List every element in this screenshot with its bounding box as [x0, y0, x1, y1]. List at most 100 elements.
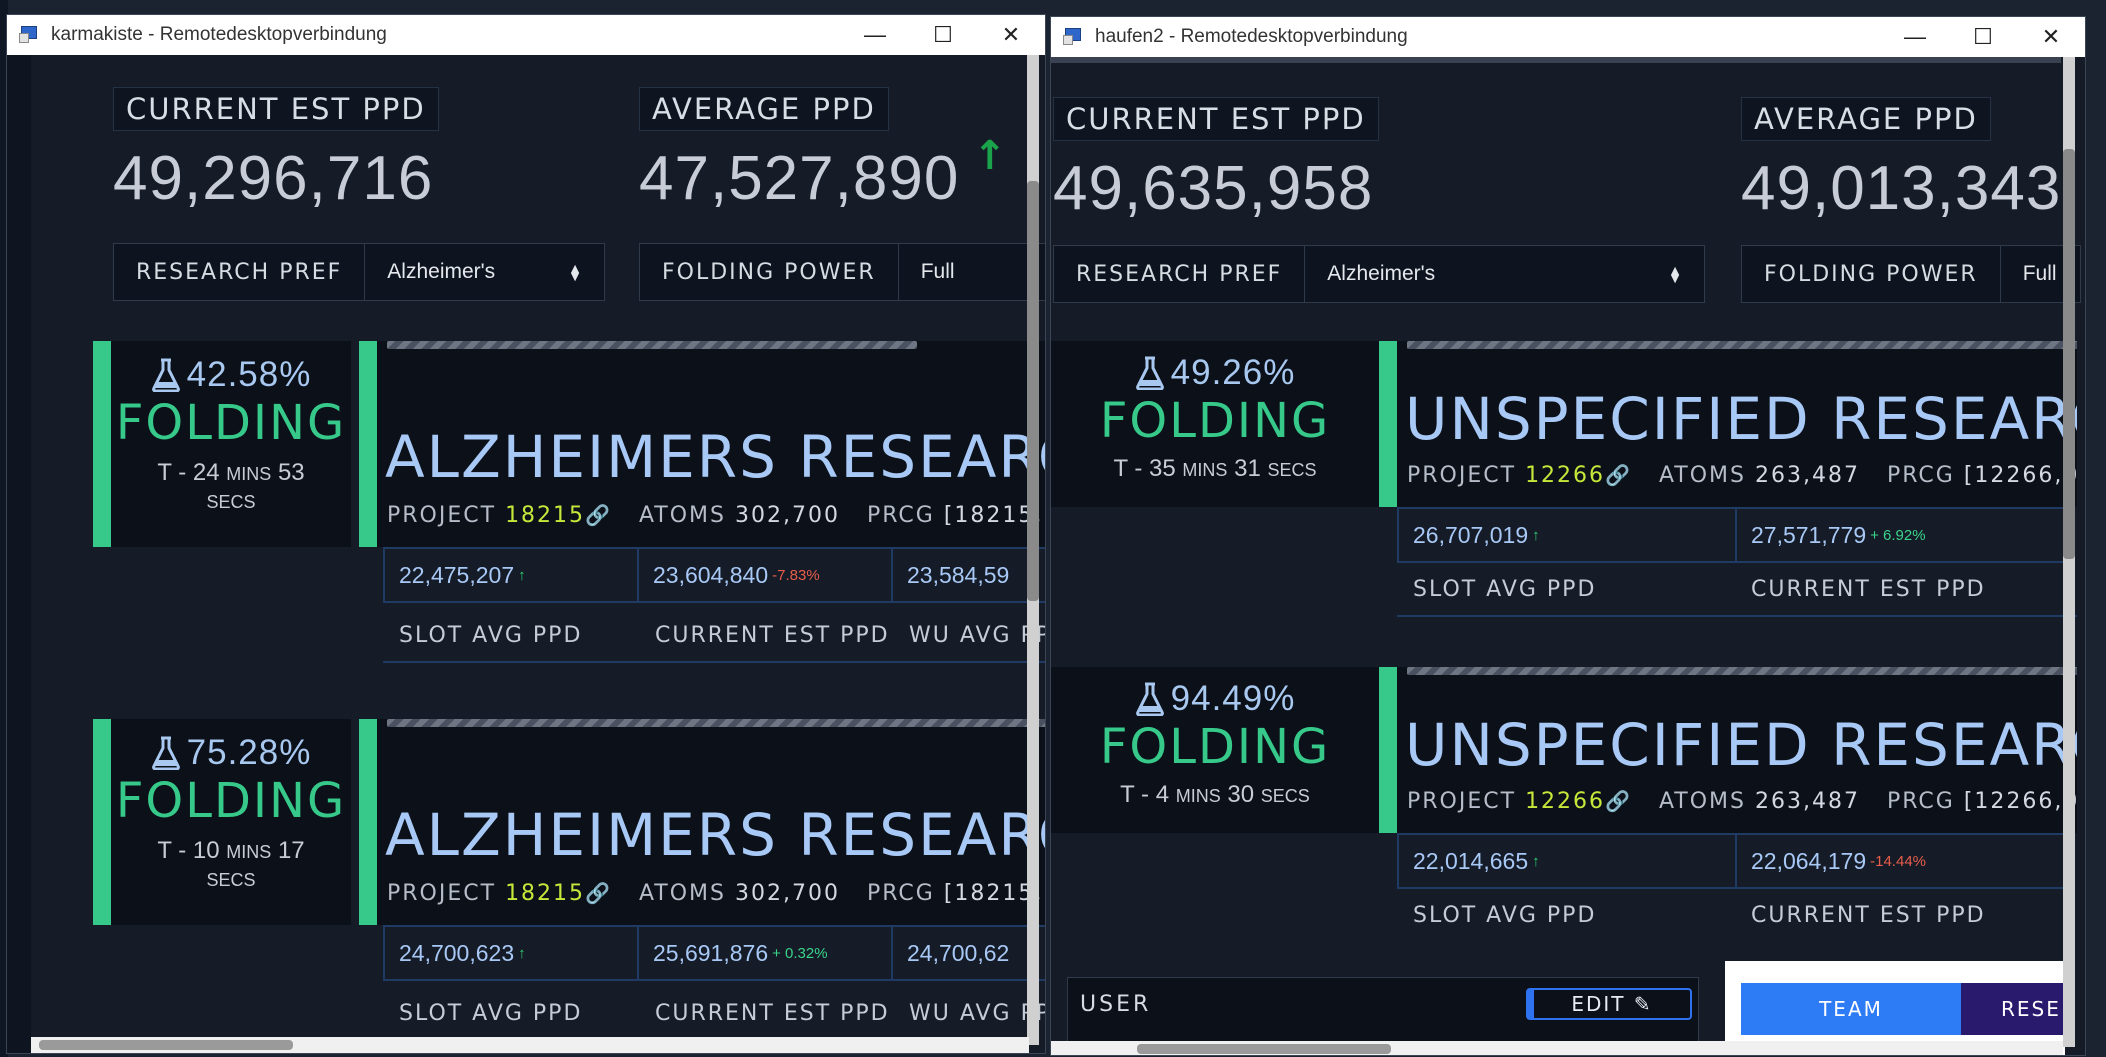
tab-team[interactable]: TEAM: [1741, 983, 1961, 1035]
trend-up-icon: ↑: [973, 133, 1007, 179]
current-est-caption: CURRENT EST PPD: [1751, 903, 1986, 928]
project-number: 12266: [1525, 463, 1606, 488]
link-icon: 🔗: [585, 881, 612, 905]
slot-avg-caption: SLOT AVG PPD: [399, 1001, 583, 1026]
current-est-caption: CURRENT EST PPD: [655, 1001, 890, 1026]
slot-eta: T - 4 MINS 30 SECS: [1120, 781, 1310, 808]
slot-detail-panel: ALZHEIMERS RESEARCH PROJECT 18215🔗 ATOMS…: [377, 719, 1045, 925]
close-button[interactable]: ✕: [977, 15, 1045, 55]
slot-progress-bar: [387, 341, 917, 349]
slot-left-accent: [93, 341, 111, 547]
close-button[interactable]: ✕: [2017, 17, 2085, 57]
edit-button[interactable]: EDIT ✎: [1526, 988, 1692, 1020]
horizontal-scrollbar[interactable]: [31, 1037, 1029, 1053]
wu-avg-caption: WU AVG PP: [909, 1001, 1045, 1026]
slot-status-panel: 75.28% FOLDING T - 10 MINS 17 SECS: [111, 719, 351, 925]
minimize-button[interactable]: —: [841, 15, 909, 55]
slot-eta-secs-label: SECS: [206, 870, 256, 890]
slot-card: 94.49% FOLDING T - 4 MINS 30 SECS UNSPEC…: [1051, 667, 2077, 967]
slot-status-panel: 94.49% FOLDING T - 4 MINS 30 SECS: [1051, 667, 1379, 833]
research-pref-value: Alzheimer's: [1327, 262, 1436, 285]
research-pref-selector[interactable]: RESEARCH PREF Alzheimer's ▲ ▼: [1053, 245, 1705, 303]
slot-eta: T - 10 MINS 17: [157, 837, 305, 864]
current-est-ppd-cell: 22,064,179 -14.44%: [1735, 833, 2075, 889]
slot-research-title: ALZHEIMERS RESEARCH: [385, 801, 1045, 869]
slot-status-panel: 42.58% FOLDING T - 24 MINS 53 SECS: [111, 341, 351, 547]
remote-window-karmakiste[interactable]: karmakiste - Remotedesktopverbindung — ☐…: [6, 14, 1046, 1054]
window-titlebar[interactable]: haufen2 - Remotedesktopverbindung — ☐ ✕: [1051, 17, 2085, 57]
folding-power-value: Full: [2022, 262, 2057, 285]
wu-avg-ppd-cell: 23,584,59: [891, 547, 1045, 603]
slot-meta: PROJECT 12266🔗 ATOMS 263,487 PRCG [12266…: [1407, 463, 2077, 488]
research-pref-label: RESEARCH PREF: [1054, 246, 1306, 302]
average-ppd-label: AVERAGE PPD: [1741, 97, 1991, 141]
window-content: CURRENT EST PPD 49,296,716 AVERAGE PPD 4…: [7, 55, 1045, 1053]
research-pref-select[interactable]: Alzheimer's ▲ ▼: [365, 244, 604, 300]
average-ppd-label: AVERAGE PPD: [639, 87, 889, 131]
folding-power-value: Full: [920, 260, 955, 283]
folding-power-selector[interactable]: FOLDING POWER Full: [1741, 245, 2081, 303]
slot-progress-percent: 42.58%: [111, 355, 351, 395]
window-title: haufen2 - Remotedesktopverbindung: [1095, 26, 1408, 47]
vertical-scroll-thumb[interactable]: [1027, 181, 1039, 601]
minimize-button[interactable]: —: [1881, 17, 1949, 57]
slot-progress-percent: 49.26%: [1051, 353, 1379, 393]
slot-progress-percent: 94.49%: [1051, 679, 1379, 719]
current-est-caption: CURRENT EST PPD: [1751, 577, 1986, 602]
current-est-ppd-value: 49,296,716: [113, 144, 434, 213]
vertical-scrollbar[interactable]: [1027, 55, 1039, 1045]
top-edge: [1051, 57, 2061, 63]
horizontal-scrollbar[interactable]: [1051, 1041, 2063, 1055]
remote-desktop-icon: [1063, 27, 1085, 47]
slot-research-title: ALZHEIMERS RESEARCH: [385, 423, 1045, 491]
research-pref-value: Alzheimer's: [387, 260, 496, 283]
folding-power-select[interactable]: Full: [899, 244, 1045, 300]
window-titlebar[interactable]: karmakiste - Remotedesktopverbindung — ☐…: [7, 15, 1045, 55]
slot-research-title: UNSPECIFIED RESEARCH: [1405, 711, 2077, 779]
current-est-ppd-cell: 25,691,876 + 0.32%: [637, 925, 893, 981]
research-pref-select[interactable]: Alzheimer's ▲ ▼: [1305, 246, 1704, 302]
slot-meta: PROJECT 18215🔗 ATOMS 302,700 PRCG [18215…: [387, 881, 1045, 906]
link-icon: 🔗: [1605, 463, 1632, 487]
slot-avg-ppd-cell: 26,707,019 ↑: [1397, 507, 1737, 563]
left-gutter: [7, 55, 31, 1053]
slot-eta: T - 35 MINS 31 SECS: [1113, 455, 1317, 482]
flask-icon: [1135, 682, 1164, 716]
slot-avg-ppd-cell: 22,475,207 ↑: [383, 547, 639, 603]
research-pref-label: RESEARCH PREF: [114, 244, 366, 300]
maximize-button[interactable]: ☐: [909, 15, 977, 55]
slot-status-text: FOLDING: [115, 773, 347, 829]
average-ppd-value: 49,013,343: [1741, 154, 2062, 223]
slot-mid-accent: [359, 341, 377, 547]
vertical-scrollbar[interactable]: [2063, 57, 2075, 1047]
slot-avg-caption: SLOT AVG PPD: [1413, 903, 1597, 928]
folding-power-label: FOLDING POWER: [640, 244, 899, 300]
average-ppd-value: 47,527,890: [639, 144, 960, 213]
select-arrows-icon: ▲ ▼: [568, 260, 582, 284]
caption-divider: [383, 661, 1045, 663]
slot-progress-bar: [387, 719, 1045, 727]
remote-desktop-icon: [19, 25, 41, 45]
horizontal-scroll-thumb[interactable]: [1137, 1044, 1391, 1054]
horizontal-scroll-thumb[interactable]: [39, 1040, 293, 1050]
slot-avg-ppd-cell: 24,700,623 ↑: [383, 925, 639, 981]
tab-research[interactable]: RESE: [1961, 983, 2065, 1035]
slot-card: 49.26% FOLDING T - 35 MINS 31 SECS UNSPE…: [1051, 341, 2077, 641]
edit-icon: ✎: [1633, 992, 1653, 1016]
current-est-ppd-value: 49,635,958: [1053, 154, 1374, 223]
vertical-scroll-thumb[interactable]: [2063, 149, 2075, 559]
wu-avg-ppd-cell: 24,700,62: [891, 925, 1045, 981]
caption-divider: [1397, 615, 2077, 617]
maximize-button[interactable]: ☐: [1949, 17, 2017, 57]
remote-window-haufen2[interactable]: haufen2 - Remotedesktopverbindung — ☐ ✕ …: [1050, 16, 2086, 1056]
slot-avg-caption: SLOT AVG PPD: [1413, 577, 1597, 602]
slot-status-panel: 49.26% FOLDING T - 35 MINS 31 SECS: [1051, 341, 1379, 507]
slot-card: 75.28% FOLDING T - 10 MINS 17 SECS ALZHE…: [93, 719, 1045, 1026]
slot-research-title: UNSPECIFIED RESEARCH: [1405, 385, 2077, 453]
project-number: 18215: [505, 881, 586, 906]
slot-status-text: FOLDING: [115, 395, 347, 451]
slot-progress-bar: [1407, 341, 2077, 349]
research-pref-selector[interactable]: RESEARCH PREF Alzheimer's ▲ ▼: [113, 243, 605, 301]
folding-power-selector[interactable]: FOLDING POWER Full: [639, 243, 1045, 301]
user-label: USER: [1080, 992, 1152, 1017]
